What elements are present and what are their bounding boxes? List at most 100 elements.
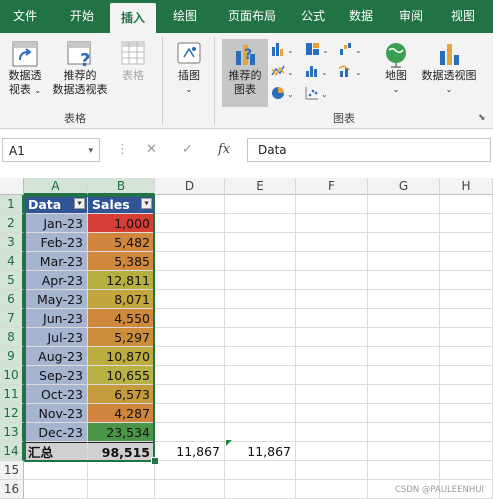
total-label-cell[interactable]: 汇总 bbox=[24, 442, 88, 461]
cell[interactable] bbox=[296, 366, 368, 385]
fill-handle[interactable] bbox=[151, 457, 159, 465]
cell[interactable] bbox=[225, 271, 296, 290]
cell[interactable] bbox=[368, 404, 440, 423]
cell[interactable] bbox=[155, 423, 225, 442]
cell[interactable] bbox=[88, 480, 155, 499]
row-header-11[interactable]: 11 bbox=[0, 385, 24, 404]
sales-cell[interactable]: 4,287 bbox=[88, 404, 155, 423]
row-header-9[interactable]: 9 bbox=[0, 347, 24, 366]
sales-cell[interactable]: 8,071 bbox=[88, 290, 155, 309]
cell[interactable] bbox=[296, 252, 368, 271]
row-header-4[interactable]: 4 bbox=[0, 252, 24, 271]
row-header-10[interactable]: 10 bbox=[0, 366, 24, 385]
cell[interactable] bbox=[440, 423, 493, 442]
cell[interactable] bbox=[440, 442, 493, 461]
date-cell[interactable]: Nov-23 bbox=[24, 404, 88, 423]
date-cell[interactable]: Jan-23 bbox=[24, 214, 88, 233]
table-header-data[interactable]: Data ⯆ bbox=[24, 195, 88, 214]
date-cell[interactable]: Feb-23 bbox=[24, 233, 88, 252]
cell-d14[interactable]: 11,867 bbox=[155, 442, 225, 461]
cell[interactable] bbox=[296, 214, 368, 233]
name-box[interactable]: A1 ▾ bbox=[2, 138, 100, 162]
total-value-cell[interactable]: 98,515 bbox=[88, 442, 155, 461]
row-header-6[interactable]: 6 bbox=[0, 290, 24, 309]
cell[interactable] bbox=[296, 442, 368, 461]
sales-cell[interactable]: 5,297 bbox=[88, 328, 155, 347]
cell[interactable] bbox=[155, 328, 225, 347]
cell[interactable] bbox=[368, 385, 440, 404]
enter-icon[interactable]: ✓ bbox=[182, 138, 193, 162]
cell[interactable] bbox=[155, 480, 225, 499]
cell[interactable] bbox=[368, 309, 440, 328]
cell[interactable] bbox=[440, 290, 493, 309]
date-cell[interactable]: Mar-23 bbox=[24, 252, 88, 271]
row-header-8[interactable]: 8 bbox=[0, 328, 24, 347]
cell[interactable] bbox=[368, 271, 440, 290]
cell[interactable] bbox=[440, 366, 493, 385]
cell[interactable] bbox=[368, 328, 440, 347]
maps-button[interactable]: 地图 ⌄ bbox=[378, 39, 414, 97]
row-header-14[interactable]: 14 bbox=[0, 442, 24, 461]
cell[interactable] bbox=[225, 385, 296, 404]
table-button[interactable]: 表格 bbox=[114, 39, 152, 83]
cell[interactable] bbox=[155, 385, 225, 404]
cell[interactable] bbox=[296, 328, 368, 347]
cell[interactable] bbox=[368, 442, 440, 461]
row-header-3[interactable]: 3 bbox=[0, 233, 24, 252]
cell[interactable] bbox=[440, 233, 493, 252]
cell[interactable] bbox=[440, 328, 493, 347]
column-header-e[interactable]: E bbox=[225, 178, 296, 195]
sales-cell[interactable]: 10,655 bbox=[88, 366, 155, 385]
date-cell[interactable]: Apr-23 bbox=[24, 271, 88, 290]
cell[interactable] bbox=[368, 214, 440, 233]
cell[interactable] bbox=[440, 385, 493, 404]
formula-input[interactable]: Data bbox=[247, 138, 491, 162]
sales-cell[interactable]: 6,573 bbox=[88, 385, 155, 404]
cell[interactable] bbox=[155, 309, 225, 328]
date-cell[interactable]: Dec-23 bbox=[24, 423, 88, 442]
select-all-corner[interactable] bbox=[0, 178, 24, 195]
cell[interactable] bbox=[440, 214, 493, 233]
recommended-charts-button[interactable]: ? 推荐的 图表 bbox=[222, 39, 268, 97]
cell[interactable] bbox=[296, 347, 368, 366]
sales-cell[interactable]: 23,534 bbox=[88, 423, 155, 442]
sales-cell[interactable]: 5,482 bbox=[88, 233, 155, 252]
cell[interactable] bbox=[155, 366, 225, 385]
illustrations-button[interactable]: 插图 ⌄ bbox=[170, 39, 208, 97]
cell[interactable] bbox=[24, 480, 88, 499]
tab-insert[interactable]: 插入 bbox=[110, 3, 156, 33]
cell[interactable] bbox=[225, 480, 296, 499]
table-header-sales[interactable]: Sales ⯆ bbox=[88, 195, 155, 214]
cell[interactable] bbox=[296, 404, 368, 423]
tab-view[interactable]: 视图 bbox=[442, 0, 484, 33]
filter-dropdown-icon[interactable]: ⯆ bbox=[74, 198, 85, 209]
chevron-down-icon[interactable]: ▾ bbox=[88, 139, 93, 163]
tab-formulas[interactable]: 公式 bbox=[292, 0, 334, 33]
date-cell[interactable]: Sep-23 bbox=[24, 366, 88, 385]
cell[interactable] bbox=[225, 461, 296, 480]
cell[interactable] bbox=[155, 214, 225, 233]
date-cell[interactable]: Jul-23 bbox=[24, 328, 88, 347]
cell[interactable] bbox=[225, 195, 296, 214]
pivot-table-button[interactable]: 数据透 视表 ⌄ bbox=[4, 39, 46, 98]
sales-cell[interactable]: 12,811 bbox=[88, 271, 155, 290]
column-header-d[interactable]: D bbox=[155, 178, 225, 195]
cell[interactable] bbox=[440, 347, 493, 366]
cell[interactable] bbox=[225, 252, 296, 271]
hierarchy-chart-button[interactable]: ⌄ bbox=[304, 41, 330, 57]
row-header-13[interactable]: 13 bbox=[0, 423, 24, 442]
row-header-7[interactable]: 7 bbox=[0, 309, 24, 328]
cell[interactable] bbox=[368, 461, 440, 480]
row-header-2[interactable]: 2 bbox=[0, 214, 24, 233]
cell[interactable] bbox=[296, 461, 368, 480]
cell[interactable] bbox=[24, 461, 88, 480]
column-header-g[interactable]: G bbox=[368, 178, 440, 195]
dialog-launcher-icon[interactable]: ⬊ bbox=[478, 113, 486, 123]
row-header-12[interactable]: 12 bbox=[0, 404, 24, 423]
tab-review[interactable]: 审阅 bbox=[390, 0, 432, 33]
row-header-5[interactable]: 5 bbox=[0, 271, 24, 290]
cell[interactable] bbox=[368, 347, 440, 366]
date-cell[interactable]: Aug-23 bbox=[24, 347, 88, 366]
cell[interactable] bbox=[155, 404, 225, 423]
cell[interactable] bbox=[368, 252, 440, 271]
